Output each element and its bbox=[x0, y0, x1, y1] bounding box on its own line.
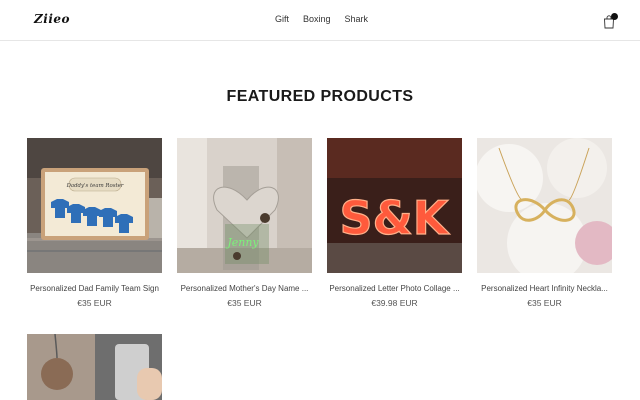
nav-link-gift[interactable]: Gift bbox=[275, 14, 289, 24]
section-title: FEATURED PRODUCTS bbox=[226, 88, 414, 105]
cart-button[interactable] bbox=[603, 13, 618, 29]
product-price: €35 EUR bbox=[527, 298, 562, 308]
product-card[interactable]: Jenny Personalized Mother's Day Name ...… bbox=[177, 138, 312, 308]
product-title[interactable]: Personalized Letter Photo Collage ... bbox=[327, 284, 462, 293]
product-image[interactable]: Jenny bbox=[177, 138, 312, 273]
site-header: Ziieo Gift Boxing Shark bbox=[0, 0, 640, 41]
svg-text:S&K: S&K bbox=[340, 191, 451, 245]
svg-text:Daddy's team Roster: Daddy's team Roster bbox=[66, 183, 124, 189]
product-image[interactable]: Daddy's team Roster bbox=[27, 138, 162, 273]
site-logo[interactable]: Ziieo bbox=[34, 12, 70, 26]
product-image[interactable] bbox=[327, 334, 462, 338]
product-card[interactable]: Personalized Heart Infinity Neckla... €3… bbox=[477, 138, 612, 308]
nav-link-shark[interactable]: Shark bbox=[345, 14, 369, 24]
product-card[interactable]: Daddy's team Roster Personalized Dad Fam… bbox=[27, 138, 162, 308]
product-image[interactable] bbox=[27, 334, 162, 400]
svg-text:Jenny: Jenny bbox=[225, 236, 259, 249]
product-card[interactable]: S&K Personalized Letter Photo Collage ..… bbox=[327, 138, 462, 308]
main-nav: Gift Boxing Shark bbox=[275, 14, 368, 24]
product-price: €39.98 EUR bbox=[371, 298, 418, 308]
product-title[interactable]: Personalized Heart Infinity Neckla... bbox=[477, 284, 612, 293]
product-image[interactable] bbox=[177, 334, 312, 338]
cart-count-badge bbox=[611, 13, 618, 20]
product-price: €35 EUR bbox=[77, 298, 112, 308]
product-title[interactable]: Personalized Dad Family Team Sign bbox=[27, 284, 162, 293]
product-image[interactable] bbox=[477, 138, 612, 273]
nav-link-boxing[interactable]: Boxing bbox=[303, 14, 331, 24]
product-price: €35 EUR bbox=[227, 298, 262, 308]
product-title[interactable]: Personalized Mother's Day Name ... bbox=[177, 284, 312, 293]
product-image[interactable]: S&K bbox=[327, 138, 462, 273]
